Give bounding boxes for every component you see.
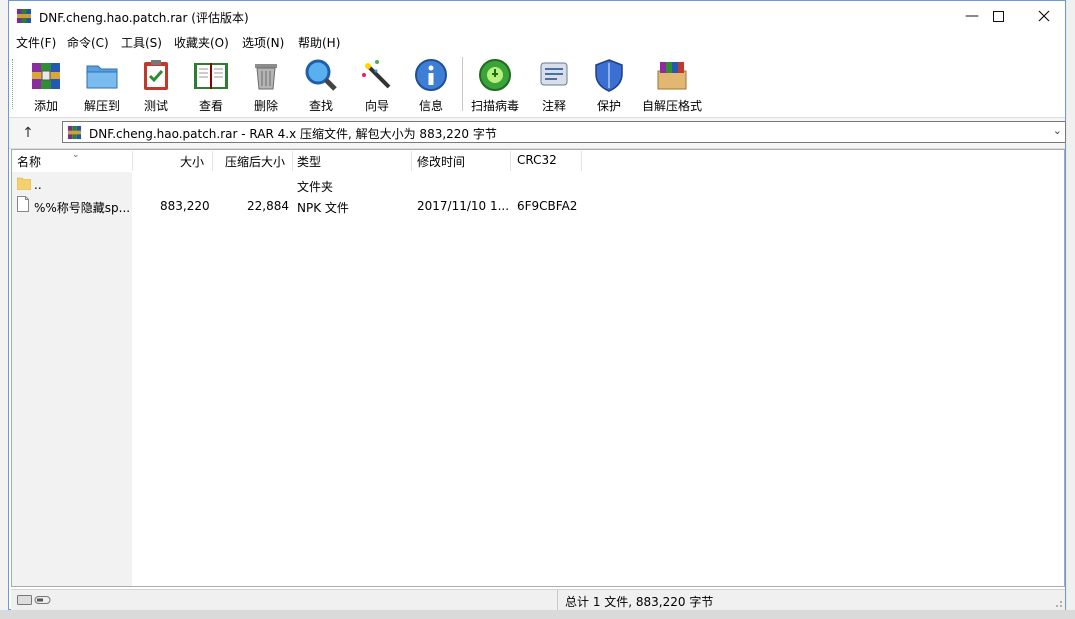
rar-archive-icon	[67, 125, 82, 140]
menu-file[interactable]: 文件(F)	[16, 34, 56, 51]
magnifier-icon	[305, 59, 337, 91]
column-divider[interactable]	[411, 151, 412, 171]
path-combobox[interactable]: DNF.cheng.hao.patch.rar - RAR 4.x 压缩文件, …	[62, 121, 1066, 143]
title-bar[interactable]: DNF.cheng.hao.patch.rar (评估版本) —	[9, 1, 1065, 31]
delete-button[interactable]: 删除	[240, 55, 292, 113]
wizard-label: 向导	[364, 99, 389, 113]
desktop-background-bottom	[0, 610, 1075, 619]
info-label: 信息	[418, 99, 443, 113]
menu-help[interactable]: 帮助(H)	[298, 34, 340, 51]
sfx-label: 自解压格式	[641, 99, 702, 113]
row-name: ..	[34, 178, 42, 192]
row-modified: 2017/11/10 1...	[417, 199, 510, 213]
virus-scan-label: 扫描病毒	[470, 99, 519, 113]
row-type: 文件夹	[297, 180, 334, 194]
column-header-packed[interactable]: 压缩后大小	[225, 153, 285, 171]
column-divider[interactable]	[292, 151, 293, 171]
row-name: %%称号隐藏sp...	[34, 201, 131, 215]
view-button[interactable]: 查看	[185, 55, 237, 113]
info-icon	[415, 59, 447, 91]
virus-scan-icon	[479, 59, 511, 91]
column-name-label: 名称	[17, 155, 42, 169]
window-title: DNF.cheng.hao.patch.rar (评估版本)	[39, 11, 249, 25]
menu-bar: 文件(F) 命令(C) 工具(S) 收藏夹(O) 选项(N) 帮助(H)	[9, 31, 1065, 51]
test-clipboard-icon	[144, 60, 168, 90]
status-left-panel	[11, 590, 558, 610]
wizard-wand-icon	[362, 60, 391, 89]
row-packed-size: 22,884	[247, 199, 289, 213]
column-header-modified[interactable]: 修改时间	[417, 153, 465, 171]
view-label: 查看	[198, 99, 223, 113]
sort-chevron-icon: ⌄	[72, 150, 80, 160]
toolbar-grip[interactable]	[12, 59, 16, 109]
close-icon	[1038, 10, 1050, 22]
column-header-size[interactable]: 大小	[180, 153, 204, 171]
add-button[interactable]: 添加	[20, 55, 72, 113]
up-folder-button[interactable]: ↑	[17, 122, 39, 144]
desktop-background-right	[1067, 0, 1075, 619]
column-divider[interactable]	[510, 151, 511, 171]
status-bar: 总计 1 文件, 883,220 字节	[11, 589, 1065, 610]
info-button[interactable]: 信息	[405, 55, 457, 113]
sfx-box-icon	[657, 62, 687, 90]
add-label: 添加	[33, 99, 58, 113]
maximize-button[interactable]	[975, 1, 1021, 31]
protect-button[interactable]: 保护	[583, 55, 635, 113]
table-row[interactable]: %%称号隐藏sp... 883,220 22,884 NPK 文件 2017/1…	[12, 196, 1064, 216]
find-label: 查找	[308, 99, 333, 113]
menu-favorites[interactable]: 收藏夹(O)	[174, 34, 229, 51]
comment-icon	[540, 62, 568, 86]
row-crc: 6F9CBFA2	[517, 199, 578, 213]
winrar-window: DNF.cheng.hao.patch.rar (评估版本) — 文件(F) 命…	[8, 0, 1066, 610]
archive-path-text: DNF.cheng.hao.patch.rar - RAR 4.x 压缩文件, …	[89, 127, 497, 141]
menu-options[interactable]: 选项(N)	[242, 34, 284, 51]
toolbar-separator	[462, 57, 463, 111]
virus-scan-button[interactable]: 扫描病毒	[469, 55, 521, 113]
view-book-icon	[194, 63, 228, 89]
column-divider[interactable]	[581, 151, 582, 171]
test-button[interactable]: 测试	[130, 55, 182, 113]
chevron-down-icon[interactable]: ⌄	[1053, 124, 1062, 137]
comment-label: 注释	[541, 99, 566, 113]
trash-bin-icon	[255, 64, 277, 90]
address-bar: ↑ DNF.cheng.hao.patch.rar - RAR 4.x 压缩文件…	[9, 117, 1066, 149]
wizard-button[interactable]: 向导	[351, 55, 403, 113]
drive-icon	[17, 595, 51, 605]
row-type: NPK 文件	[297, 201, 349, 215]
column-header-crc[interactable]: CRC32	[517, 153, 557, 171]
sfx-button[interactable]: 自解压格式	[637, 55, 707, 113]
row-size: 883,220	[160, 199, 210, 213]
comment-button[interactable]: 注释	[528, 55, 580, 113]
column-header-type[interactable]: 类型	[297, 153, 321, 171]
menu-commands[interactable]: 命令(C)	[67, 34, 109, 51]
maximize-icon	[992, 11, 1004, 22]
protect-label: 保护	[596, 99, 621, 113]
menu-tools[interactable]: 工具(S)	[121, 34, 162, 51]
folder-icon	[17, 177, 31, 190]
resize-grip-icon[interactable]	[1053, 598, 1063, 608]
column-header-name[interactable]: 名称 ⌄	[17, 150, 80, 171]
column-divider[interactable]	[132, 151, 133, 171]
extract-to-label: 解压到	[83, 99, 120, 113]
table-row[interactable]: .. 文件夹	[12, 175, 1064, 195]
close-button[interactable]	[1021, 1, 1067, 31]
file-icon	[17, 196, 29, 212]
winrar-app-icon	[17, 9, 31, 23]
extract-folder-icon	[86, 65, 118, 89]
column-header-row: 名称 ⌄ 大小 压缩后大小 类型 修改时间 CRC32	[12, 150, 1064, 172]
find-button[interactable]: 查找	[295, 55, 347, 113]
desktop-background-left	[0, 0, 8, 619]
column-divider[interactable]	[212, 151, 213, 171]
add-archive-icon	[32, 63, 60, 89]
delete-label: 删除	[253, 99, 278, 113]
shield-icon	[595, 59, 623, 92]
extract-to-button[interactable]: 解压到	[76, 55, 128, 113]
status-summary: 总计 1 文件, 883,220 字节	[565, 595, 714, 609]
toolbar: 添加 解压到 测试 查看 删除 查找 向导 信息 扫描病毒 注释 保护 自解压格…	[9, 51, 1065, 116]
test-label: 测试	[143, 99, 168, 113]
file-list: 名称 ⌄ 大小 压缩后大小 类型 修改时间 CRC32 .. 文件夹 %%称号隐…	[11, 149, 1065, 587]
